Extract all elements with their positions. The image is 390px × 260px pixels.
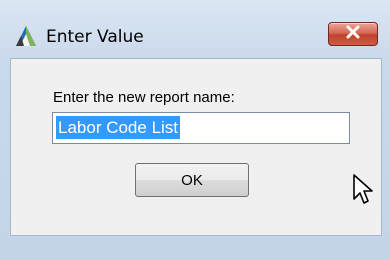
mouse-pointer-icon (352, 173, 374, 207)
app-triangle-icon (14, 24, 38, 48)
dialog-window: Enter Value Enter the new report name: L… (0, 0, 390, 260)
dialog-title: Enter Value (46, 27, 144, 47)
report-name-input[interactable]: Labor Code List (52, 112, 350, 144)
input-selected-text: Labor Code List (56, 116, 181, 139)
ok-button[interactable]: OK (135, 163, 249, 197)
prompt-label: Enter the new report name: (53, 89, 235, 106)
dialog-body: Enter the new report name: Labor Code Li… (10, 58, 382, 236)
close-icon (345, 25, 361, 44)
title-bar[interactable]: Enter Value (0, 0, 390, 52)
close-button[interactable] (328, 22, 378, 46)
